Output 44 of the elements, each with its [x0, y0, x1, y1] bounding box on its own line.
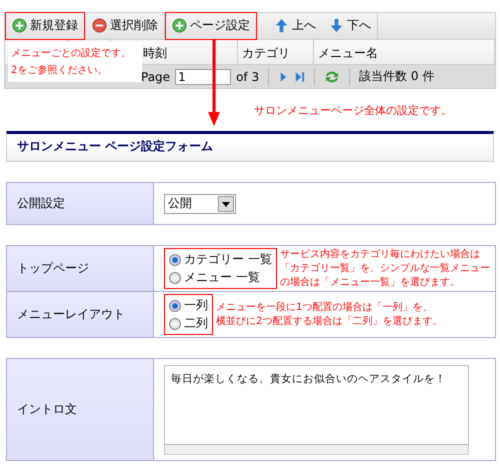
field-label-cell: イントロ文 [7, 359, 154, 460]
annotation-text: 「カテゴリー覧」を、シンプルな一覧メニュー [280, 262, 490, 276]
radio-option[interactable]: メニュー 一覧 [169, 269, 272, 286]
column-header[interactable]: カテゴリ [238, 40, 314, 64]
radio-button[interactable] [169, 300, 181, 312]
last-page-icon[interactable] [294, 70, 306, 82]
refresh-icon[interactable] [324, 68, 340, 84]
field-label-cell: 公開設定 [7, 183, 154, 224]
down-arrow-icon [329, 18, 344, 33]
remove-icon [92, 18, 107, 33]
form-title: サロンメニュー ページ設定フォーム [17, 138, 214, 155]
intro-text-field[interactable]: 毎日が楽しくなる、貴女にお似合いのヘアスタイルを！ [164, 364, 469, 444]
page-label: Page [141, 70, 170, 84]
annotation-text: メニューを一段に1つ配置の場合は「一列」を、 [216, 300, 432, 314]
annotation-text: メニューごとの設定です。 [11, 46, 131, 61]
result-count: 該当件数 0 件 [359, 68, 434, 85]
column-header[interactable]: メニュー名 [314, 40, 495, 64]
annotation-text: 2をご参照ください。 [11, 64, 108, 78]
toolbar-button[interactable]: 上へ [267, 12, 322, 40]
radio-button[interactable] [169, 318, 181, 330]
radio-label: 二列 [184, 315, 208, 332]
toolbar-button[interactable]: ページ設定 [165, 12, 257, 40]
annotation-text: サービス内容をカテゴリ毎にわけたい場合は [280, 248, 480, 262]
up-arrow-icon [274, 18, 289, 33]
annotation-text: サロンメニューページ全体の設定です。 [254, 103, 453, 119]
column-header[interactable]: 時刻 [143, 46, 167, 60]
annotation-text: の場合は「メニュー一覧」を選びます。 [280, 276, 460, 290]
visibility-select[interactable]: 公開 [164, 194, 236, 214]
radio-button[interactable] [169, 272, 181, 284]
page-total: of 3 [236, 70, 260, 84]
radio-option[interactable]: 二列 [169, 315, 208, 332]
radio-label: メニュー 一覧 [184, 269, 260, 286]
toolbar-button[interactable]: 新規登録 [5, 12, 85, 40]
radio-label: 一列 [184, 297, 208, 314]
add-icon [12, 18, 27, 33]
field-label-cell: メニューレイアウト [7, 292, 154, 337]
dropdown-icon [218, 196, 234, 212]
add-icon [172, 18, 187, 33]
radio-button[interactable] [169, 254, 181, 266]
page-input[interactable]: 1 [175, 68, 232, 84]
field-label-cell: トップページ [7, 246, 154, 291]
annotation-text: 横並びに2つ配置する場合は「二列」を選びます。 [216, 314, 442, 328]
resize-handle[interactable] [164, 444, 469, 454]
radio-option[interactable]: 一列 [169, 297, 208, 314]
